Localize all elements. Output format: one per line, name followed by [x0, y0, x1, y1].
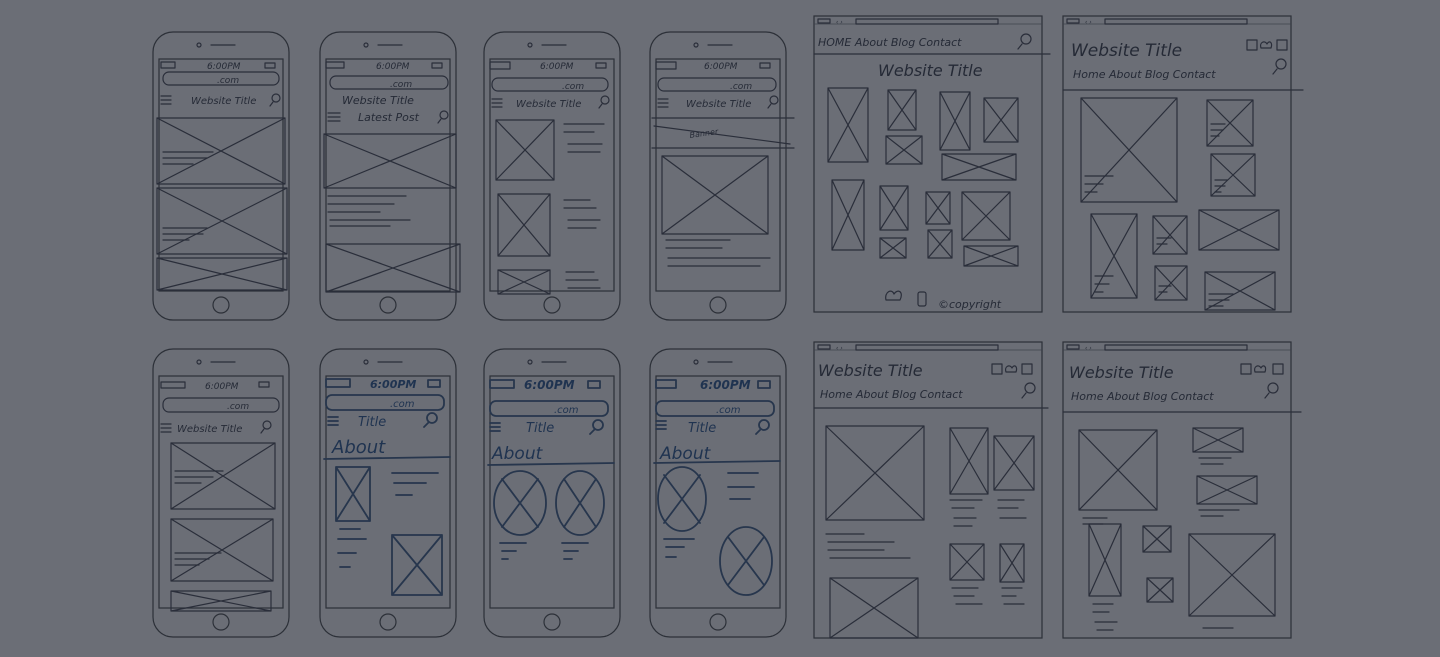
status-time: 6:00PM: [540, 62, 574, 72]
site-title: Website Title: [342, 94, 414, 107]
url-text: .com: [554, 405, 579, 416]
status-time: 6:00PM: [700, 378, 751, 392]
phone-wireframe-1: 6:00PM .com Website Title: [152, 31, 290, 321]
phone-wireframe-7: 6:00PM .com Title About: [483, 348, 621, 638]
status-time: 6:00PM: [704, 62, 738, 72]
site-title: Website Title: [516, 99, 581, 110]
site-title: Website Title: [818, 361, 923, 380]
desktop-wireframe-2: Website Title Home About Blog Contact: [1062, 15, 1304, 313]
nav-links: Home About Blog Contact: [1073, 68, 1216, 81]
phone-wireframe-4: 6:00PM .com Website Title Banner: [649, 31, 795, 321]
status-time: 6:00PM: [370, 378, 416, 391]
url-text: .com: [562, 82, 584, 92]
status-time: 6:00PM: [524, 378, 575, 392]
nav-links: Home About Blog Contact: [820, 388, 963, 401]
url-text: .com: [217, 76, 239, 86]
banner-label: Banner: [689, 127, 719, 140]
url-text: .com: [716, 405, 741, 416]
desktop-wireframe-3: Website Title Home About Blog Contact: [813, 341, 1049, 639]
site-title: Website Title: [191, 96, 256, 107]
status-time: 6:00PM: [207, 62, 241, 72]
phone-wireframe-2: 6:00PM .com Website Title Latest Post: [319, 31, 461, 321]
phone-wireframe-3: 6:00PM .com Website Title: [483, 31, 621, 321]
about-heading: About: [659, 444, 712, 464]
site-title: Title: [358, 415, 386, 430]
site-title: Title: [688, 421, 716, 436]
nav-links: HOME About Blog Contact: [818, 36, 962, 49]
url-text: .com: [390, 80, 412, 90]
site-title: Title: [526, 421, 554, 436]
site-title: Website Title: [177, 424, 242, 435]
site-title: Website Title: [878, 61, 983, 80]
latest-post-label: Latest Post: [358, 111, 420, 124]
status-time: 6:00PM: [205, 382, 239, 392]
desktop-wireframe-4: Website Title Home About Blog Contact: [1062, 341, 1302, 639]
wireframe-sketch-board: ‹ › 6:00PM .com Website Title 6:00PM .co…: [152, 15, 1304, 639]
phone-wireframe-5: 6:00PM .com Website Title: [152, 348, 290, 638]
phone-wireframe-8: 6:00PM .com Title About: [649, 348, 787, 638]
copyright-text: ©copyright: [938, 298, 1002, 311]
status-time: 6:00PM: [376, 62, 410, 72]
phone-wireframe-6: 6:00PM .com Title About: [319, 348, 457, 638]
desktop-wireframe-1: HOME About Blog Contact Website Title ©c…: [813, 15, 1051, 313]
site-title: Website Title: [686, 99, 751, 110]
url-text: .com: [227, 402, 249, 412]
about-heading: About: [491, 444, 544, 464]
url-text: .com: [730, 82, 752, 92]
about-heading: About: [331, 437, 386, 458]
nav-links: Home About Blog Contact: [1071, 390, 1214, 403]
site-title: Website Title: [1071, 41, 1182, 61]
url-text: .com: [390, 399, 415, 410]
site-title: Website Title: [1069, 363, 1174, 382]
